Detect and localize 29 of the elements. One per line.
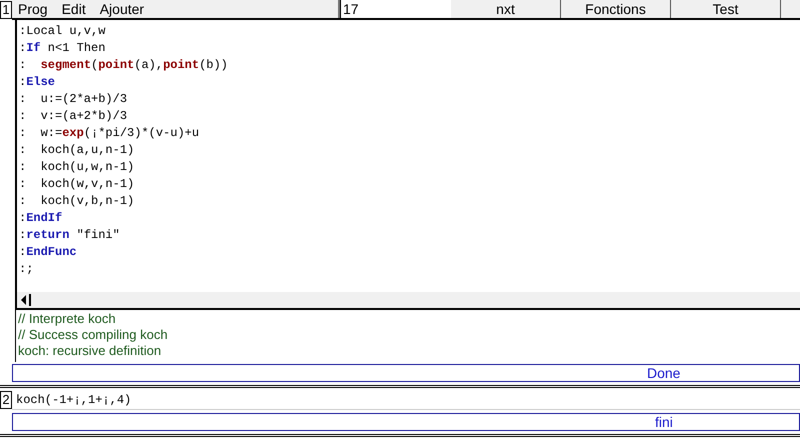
code-line: : koch(a,u,n-1) bbox=[19, 142, 136, 159]
code-line: :; bbox=[19, 261, 34, 278]
toolbar-button[interactable]: Fonctions bbox=[561, 0, 671, 18]
code-line: :Local u,v,w bbox=[19, 23, 106, 40]
code-line: :Else bbox=[19, 74, 56, 91]
toolbar-button[interactable]: Test bbox=[671, 0, 781, 18]
command-input[interactable]: koch(-1+¡,1+¡,4) bbox=[12, 391, 800, 410]
message-line: // Interprete koch bbox=[18, 311, 117, 327]
code-line: :If n<1 Then bbox=[19, 40, 106, 57]
code-line: : koch(v,b,n-1) bbox=[19, 193, 136, 210]
code-line: :EndIf bbox=[19, 210, 64, 227]
message-line: // Success compiling koch bbox=[18, 327, 169, 343]
toolbar-button[interactable]: nxt bbox=[451, 0, 561, 18]
answer-box: Done bbox=[12, 364, 800, 382]
code-line: :EndFunc bbox=[19, 244, 78, 261]
level-number: 1 bbox=[0, 1, 12, 19]
code-line: : w:=exp(¡*pi/3)*(v-u)+u bbox=[19, 125, 200, 142]
code-line: : v:=(a+2*b)/3 bbox=[19, 108, 128, 125]
code-line: : segment(point(a),point(b)) bbox=[19, 57, 229, 74]
message-line: koch: recursive definition bbox=[18, 343, 162, 359]
level-number: 2 bbox=[0, 391, 12, 409]
code-editor[interactable] bbox=[15, 20, 800, 310]
code-line: : u:=(2*a+b)/3 bbox=[19, 91, 128, 108]
scroll-left-icon[interactable] bbox=[20, 294, 31, 306]
code-line: : koch(u,w,n-1) bbox=[19, 159, 136, 176]
code-line: :return "fini" bbox=[19, 227, 121, 244]
horizontal-scrollbar[interactable] bbox=[17, 292, 800, 310]
code-line: : koch(w,v,n-1) bbox=[19, 176, 136, 193]
answer-box: fini bbox=[12, 413, 800, 431]
